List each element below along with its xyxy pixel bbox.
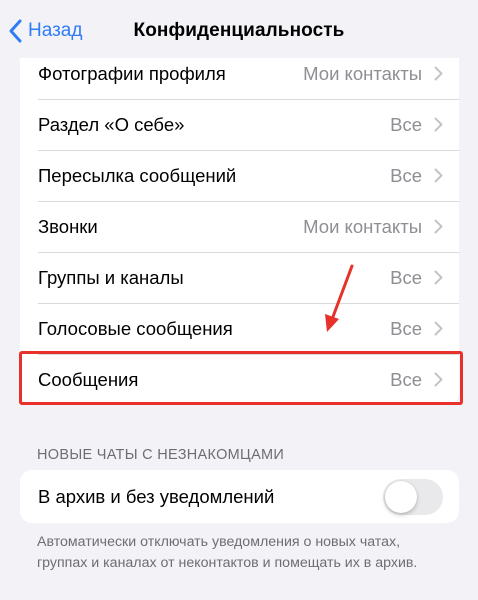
row-value: Все xyxy=(390,113,422,135)
chevron-right-icon xyxy=(434,117,443,132)
row-label: Пересылка сообщений xyxy=(38,164,237,186)
chevron-right-icon xyxy=(434,219,443,234)
row-label: Звонки xyxy=(38,215,98,237)
page-title: Конфиденциальность xyxy=(133,20,345,41)
archive-toggle[interactable] xyxy=(383,478,443,515)
toggle-knob xyxy=(385,480,417,513)
row-value: Мои контакты xyxy=(303,62,422,84)
chevron-right-icon xyxy=(434,270,443,285)
row-value: Все xyxy=(390,317,422,339)
row-value: Мои контакты xyxy=(303,215,422,237)
chevron-right-icon xyxy=(434,372,443,387)
section-header-new-chats: НОВЫЕ ЧАТЫ С НЕЗНАКОМЦАМИ xyxy=(37,447,285,463)
chevron-right-icon xyxy=(434,168,443,183)
row-value: Все xyxy=(390,266,422,288)
row-value: Все xyxy=(390,164,422,186)
row-voice-messages[interactable]: Голосовые сообщения Все xyxy=(20,303,459,354)
privacy-settings-screen: Назад Конфиденциальность Фотографии проф… xyxy=(0,0,478,600)
row-forwarding[interactable]: Пересылка сообщений Все xyxy=(20,150,459,201)
privacy-list: Фотографии профиля Мои контакты Раздел «… xyxy=(20,48,459,405)
row-value: Все xyxy=(390,368,422,390)
red-arrow-icon xyxy=(325,264,354,332)
chevron-right-icon xyxy=(434,321,443,336)
row-about[interactable]: Раздел «О себе» Все xyxy=(20,99,459,150)
chevron-right-icon xyxy=(434,66,443,81)
section-footer: Автоматически отключать уведомления о но… xyxy=(37,534,418,571)
row-label: Сообщения xyxy=(38,368,139,390)
navigation-bar: Назад Конфиденциальность xyxy=(0,0,478,58)
row-label: В архив и без уведомлений xyxy=(38,485,275,507)
row-groups-channels[interactable]: Группы и каналы Все xyxy=(20,252,459,303)
row-label: Фотографии профиля xyxy=(38,62,226,84)
row-calls[interactable]: Звонки Мои контакты xyxy=(20,201,459,252)
row-label: Раздел «О себе» xyxy=(38,113,185,135)
row-messages[interactable]: Сообщения Все xyxy=(20,354,459,405)
row-archive-mute: В архив и без уведомлений xyxy=(20,470,459,523)
new-chats-card: В архив и без уведомлений xyxy=(20,470,459,523)
